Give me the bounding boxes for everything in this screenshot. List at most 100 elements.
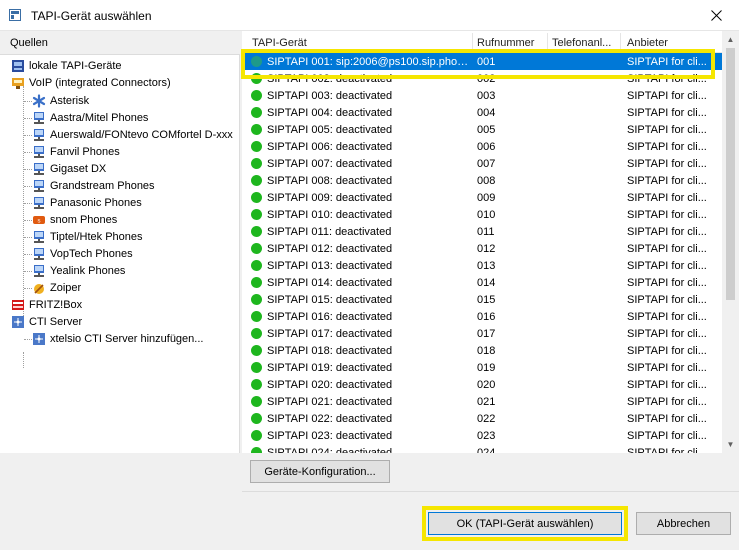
tree-item-voptech[interactable]: VopTech Phones xyxy=(32,246,133,262)
status-dot-icon xyxy=(251,379,262,390)
table-row[interactable]: SIPTAPI 024: deactivated 024 SIPTAPI for c… xyxy=(242,444,722,453)
snom-icon: s xyxy=(33,216,45,225)
sources-header: Quellen xyxy=(0,31,240,55)
table-row[interactable]: SIPTAPI 018: deactivated 018 SIPTAPI for c… xyxy=(242,342,722,359)
tree-item-snom[interactable]: s snom Phones xyxy=(32,212,117,228)
network-phone-icon xyxy=(34,197,44,209)
status-dot-icon xyxy=(251,328,262,339)
status-dot-icon xyxy=(251,243,262,254)
table-row[interactable]: SIPTAPI 009: deactivated 009 SIPTAPI for c… xyxy=(242,189,722,206)
table-row[interactable]: SIPTAPI 004: deactivated 004 SIPTAPI for c… xyxy=(242,104,722,121)
ok-button[interactable]: OK (TAPI-Gerät auswählen) xyxy=(428,512,622,535)
status-dot-icon xyxy=(251,311,262,322)
device-number: 021 xyxy=(477,396,496,408)
scroll-up-icon[interactable]: ▲ xyxy=(722,31,739,48)
table-row[interactable]: SIPTAPI 012: deactivated 012 SIPTAPI for c… xyxy=(242,240,722,257)
network-phone-icon xyxy=(34,129,44,141)
device-provider: SIPTAPI for cli... xyxy=(627,209,707,221)
device-name: SIPTAPI 003: deactivated xyxy=(267,90,393,102)
device-provider: SIPTAPI for cli... xyxy=(627,158,707,170)
svg-text:s: s xyxy=(38,219,41,225)
device-provider: SIPTAPI for cli... xyxy=(627,124,707,136)
device-number: 007 xyxy=(477,158,496,170)
tree-item-fanvil[interactable]: Fanvil Phones xyxy=(32,144,120,160)
device-name: SIPTAPI 001: sip:2006@ps100.sip.phon... xyxy=(267,56,472,68)
column-header-provider[interactable]: Anbieter xyxy=(627,37,717,49)
table-row[interactable]: SIPTAPI 002: deactivated 002 SIPTAPI for c… xyxy=(242,70,722,87)
status-dot-icon xyxy=(251,90,262,101)
table-row[interactable]: SIPTAPI 001: sip:2006@ps100.sip.phon... 0… xyxy=(242,53,722,70)
status-dot-icon xyxy=(251,192,262,203)
table-row[interactable]: SIPTAPI 003: deactivated 003 SIPTAPI for c… xyxy=(242,87,722,104)
device-provider: SIPTAPI for cli... xyxy=(627,396,707,408)
device-number: 022 xyxy=(477,413,496,425)
tree-item-asterisk[interactable]: Asterisk xyxy=(32,93,89,109)
tree-item-gigaset[interactable]: Gigaset DX xyxy=(32,161,106,177)
device-config-button[interactable]: Geräte-Konfiguration... xyxy=(250,460,390,483)
device-number: 005 xyxy=(477,124,496,136)
device-number: 001 xyxy=(477,56,496,68)
tree-item-cti-server[interactable]: CTI Server xyxy=(11,314,82,330)
table-row[interactable]: SIPTAPI 015: deactivated 015 SIPTAPI for c… xyxy=(242,291,722,308)
device-name: SIPTAPI 004: deactivated xyxy=(267,107,393,119)
device-number: 016 xyxy=(477,311,496,323)
column-header-pbx[interactable]: Telefonanl... xyxy=(552,37,617,49)
device-number: 014 xyxy=(477,277,496,289)
cancel-button[interactable]: Abbrechen xyxy=(636,512,731,535)
table-row[interactable]: SIPTAPI 019: deactivated 019 SIPTAPI for c… xyxy=(242,359,722,376)
status-dot-icon xyxy=(251,413,262,424)
tree-item-aastra[interactable]: Aastra/Mitel Phones xyxy=(32,110,148,126)
tree-item-lokale-tapi[interactable]: lokale TAPI-Geräte xyxy=(11,58,122,74)
cti-server-icon xyxy=(12,316,24,328)
tree-item-add-cti-server[interactable]: xtelsio CTI Server hinzufügen... xyxy=(32,331,203,347)
column-header-device[interactable]: TAPI-Gerät xyxy=(252,37,462,49)
scroll-down-icon[interactable]: ▼ xyxy=(722,436,739,453)
table-row[interactable]: SIPTAPI 006: deactivated 006 SIPTAPI for c… xyxy=(242,138,722,155)
tree-item-tiptel[interactable]: Tiptel/Htek Phones xyxy=(32,229,143,245)
device-provider: SIPTAPI for cli... xyxy=(627,413,707,425)
table-row[interactable]: SIPTAPI 023: deactivated 023 SIPTAPI for c… xyxy=(242,427,722,444)
tree-item-voip[interactable]: VoIP (integrated Connectors) xyxy=(11,75,171,91)
vertical-scrollbar[interactable]: ▲ ▼ xyxy=(722,31,739,453)
status-dot-icon xyxy=(251,141,262,152)
table-row[interactable]: SIPTAPI 014: deactivated 014 SIPTAPI for c… xyxy=(242,274,722,291)
tree-item-zoiper[interactable]: Zoiper xyxy=(32,280,81,296)
device-provider: SIPTAPI for cli... xyxy=(627,362,707,374)
table-row[interactable]: SIPTAPI 017: deactivated 017 SIPTAPI for c… xyxy=(242,325,722,342)
device-provider: SIPTAPI for cli... xyxy=(627,345,707,357)
tree-item-fritzbox[interactable]: FRITZ!Box xyxy=(11,297,82,313)
device-name: SIPTAPI 008: deactivated xyxy=(267,175,393,187)
device-number: 024 xyxy=(477,447,496,453)
device-provider: SIPTAPI for cli... xyxy=(627,328,707,340)
device-name: SIPTAPI 018: deactivated xyxy=(267,345,393,357)
device-number: 008 xyxy=(477,175,496,187)
table-row[interactable]: SIPTAPI 007: deactivated 007 SIPTAPI for c… xyxy=(242,155,722,172)
table-row[interactable]: SIPTAPI 013: deactivated 013 SIPTAPI for c… xyxy=(242,257,722,274)
table-row[interactable]: SIPTAPI 008: deactivated 008 SIPTAPI for c… xyxy=(242,172,722,189)
device-name: SIPTAPI 005: deactivated xyxy=(267,124,393,136)
table-row[interactable]: SIPTAPI 010: deactivated 010 SIPTAPI for c… xyxy=(242,206,722,223)
device-number: 013 xyxy=(477,260,496,272)
table-row[interactable]: SIPTAPI 020: deactivated 020 SIPTAPI for c… xyxy=(242,376,722,393)
device-provider: SIPTAPI for cli... xyxy=(627,90,707,102)
device-number: 002 xyxy=(477,73,496,85)
table-row[interactable]: SIPTAPI 016: deactivated 016 SIPTAPI for c… xyxy=(242,308,722,325)
device-provider: SIPTAPI for cli... xyxy=(627,243,707,255)
table-row[interactable]: SIPTAPI 021: deactivated 021 SIPTAPI for c… xyxy=(242,393,722,410)
tree-item-auerswald[interactable]: Auerswald/FONtevo COMfortel D-xxx xyxy=(32,127,233,143)
status-dot-icon xyxy=(251,124,262,135)
device-list[interactable]: SIPTAPI 001: sip:2006@ps100.sip.phon... 0… xyxy=(242,53,722,453)
column-header-number[interactable]: Rufnummer xyxy=(477,37,547,49)
table-row[interactable]: SIPTAPI 011: deactivated 011 SIPTAPI for c… xyxy=(242,223,722,240)
device-list-panel: TAPI-Gerät Rufnummer Telefonanl... Anbie… xyxy=(242,31,739,453)
tree-item-yealink[interactable]: Yealink Phones xyxy=(32,263,125,279)
device-name: SIPTAPI 015: deactivated xyxy=(267,294,393,306)
table-row[interactable]: SIPTAPI 005: deactivated 005 SIPTAPI for c… xyxy=(242,121,722,138)
tree-item-grandstream[interactable]: Grandstream Phones xyxy=(32,178,155,194)
table-row[interactable]: SIPTAPI 022: deactivated 022 SIPTAPI for c… xyxy=(242,410,722,427)
device-name: SIPTAPI 016: deactivated xyxy=(267,311,393,323)
tree-item-panasonic[interactable]: Panasonic Phones xyxy=(32,195,142,211)
status-dot-icon xyxy=(251,107,262,118)
scroll-thumb[interactable] xyxy=(726,48,735,300)
close-button[interactable] xyxy=(693,0,739,31)
